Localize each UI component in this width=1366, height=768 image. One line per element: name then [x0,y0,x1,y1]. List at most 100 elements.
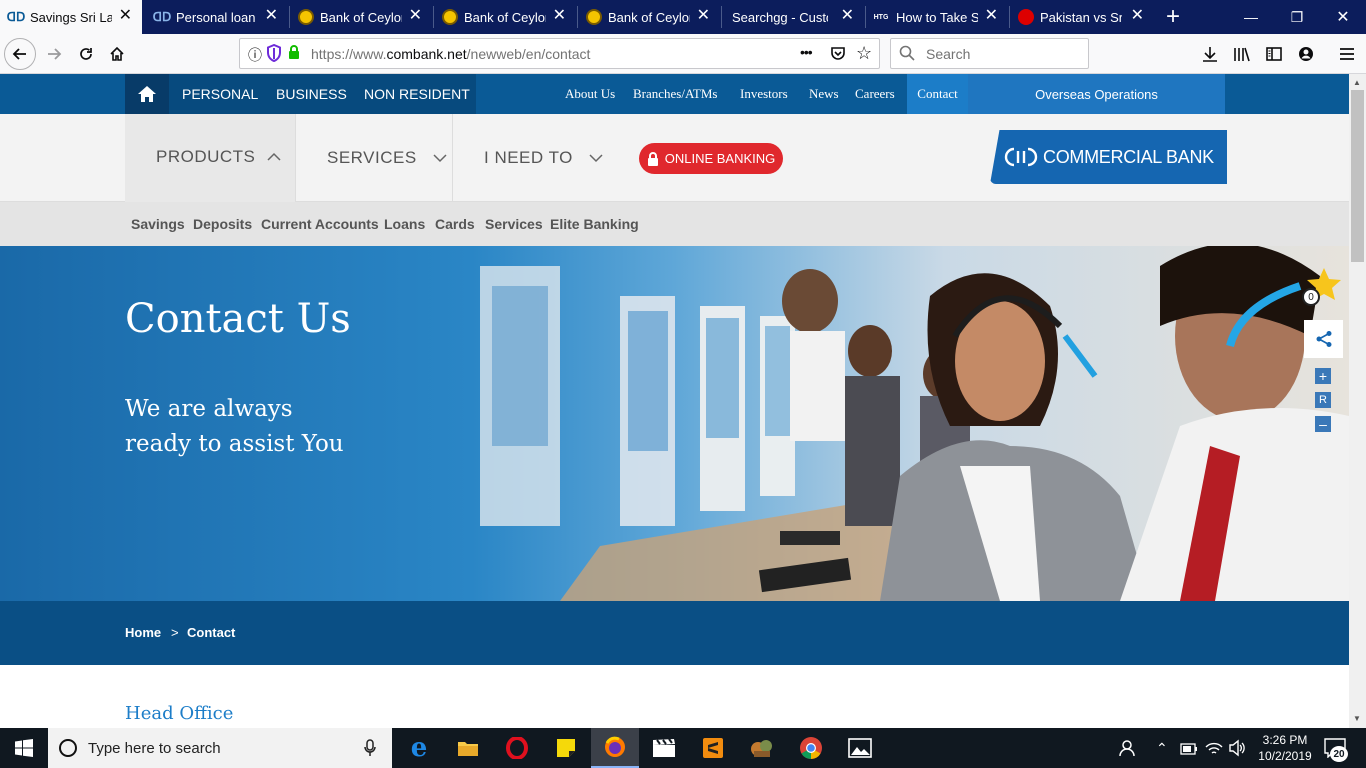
new-tab-button[interactable]: + [1150,0,1196,34]
menu-button[interactable] [1331,38,1363,70]
scroll-down-icon[interactable]: ▼ [1353,714,1361,723]
overseas-operations-button[interactable]: Overseas Operations [968,74,1225,114]
page-scrollbar[interactable]: ▲ ▼ [1349,74,1366,728]
nav-news[interactable]: News [809,74,839,114]
subnav-current-accounts[interactable]: Current Accounts [261,202,379,246]
sublime-text-app[interactable] [689,728,737,768]
search-placeholder: Search [926,46,971,62]
subnav-services[interactable]: Services [485,202,543,246]
bookmark-star-icon[interactable]: ☆ [856,43,872,64]
tab-bank-of-ceylon-1[interactable]: Bank of Ceylon ✕ [290,0,432,34]
zoom-in-button[interactable]: + [1315,368,1331,384]
edge-app[interactable]: e [395,728,443,768]
subnav-deposits[interactable]: Deposits [193,202,252,246]
minimize-button[interactable]: — [1228,0,1274,34]
clock-time: 3:26 PM [1262,733,1308,747]
zoom-reset-button[interactable]: R [1315,392,1331,408]
library-button[interactable] [1226,38,1258,70]
sidebar-button[interactable] [1258,38,1290,70]
battery-icon[interactable] [1180,742,1198,755]
nav-about-us[interactable]: About Us [565,74,615,114]
close-tab-icon[interactable]: ✕ [553,7,566,25]
close-tab-icon[interactable]: ✕ [265,7,278,25]
browser-tab-bar: ᗡᗞ Savings Sri Lanka ✕ ᗡᗞ Personal loan … [0,0,1366,34]
search-bar[interactable]: Search [890,38,1089,69]
people-icon[interactable] [1118,738,1138,758]
start-button[interactable] [0,728,48,768]
chrome-app[interactable] [787,728,835,768]
taskbar-search-box[interactable]: Type here to search [48,728,392,768]
opera-app[interactable] [493,728,541,768]
tracking-protection-icon[interactable] [267,43,281,63]
tab-how-to-take-screenshot[interactable]: HTG How to Take Sc ✕ [866,0,1008,34]
tab-savings-sri-lanka[interactable]: ᗡᗞ Savings Sri Lanka ✕ [0,0,142,34]
zoom-out-button[interactable]: – [1315,416,1331,432]
combank-icon: ᗡᗞ [152,10,172,24]
action-center-button[interactable]: 20 [1324,738,1350,762]
back-button[interactable] [4,38,36,70]
secure-lock-icon[interactable] [288,45,302,61]
scrollbar-thumb[interactable] [1351,90,1364,262]
hero-banner: Contact Us We are always ready to assist… [0,246,1349,601]
nav-personal[interactable]: PERSONAL [182,74,258,114]
library-icon [1234,47,1250,62]
nav-services[interactable]: SERVICES [327,114,447,202]
microphone-icon[interactable] [364,739,376,757]
nav-products[interactable]: PRODUCTS [125,114,295,202]
scroll-up-icon[interactable]: ▲ [1353,78,1361,87]
notification-count-badge: 20 [1330,746,1348,762]
tab-personal-loan[interactable]: ᗡᗞ Personal loan | ✕ [146,0,288,34]
photos-app[interactable] [836,728,884,768]
movies-app[interactable] [640,728,688,768]
tab-searchgg[interactable]: Searchgg - Custom ✕ [722,0,864,34]
nav-i-need-to[interactable]: I NEED TO [484,114,603,202]
windows-taskbar: Type here to search e ⌃ 3:26 PM 10/2/201… [0,728,1366,768]
pocket-icon[interactable] [830,45,846,61]
wifi-icon[interactable] [1205,739,1223,757]
page-actions-icon[interactable]: ••• [800,44,813,60]
share-button[interactable] [1304,320,1343,358]
info-icon[interactable]: ⓘ [248,45,262,65]
account-button[interactable] [1290,38,1322,70]
online-banking-button[interactable]: ONLINE BANKING [639,143,783,174]
nav-contact[interactable]: Contact [907,74,968,114]
tab-pakistan-vs-sri-lanka[interactable]: Pakistan vs Sri L ✕ [1010,0,1154,34]
nav-business[interactable]: BUSINESS [276,74,347,114]
show-hidden-icons-chevron-icon[interactable]: ⌃ [1156,740,1168,757]
close-tab-icon[interactable]: ✕ [697,7,710,25]
downloads-button[interactable] [1194,38,1226,70]
site-home-button[interactable] [125,74,169,114]
nav-careers[interactable]: Careers [855,74,895,114]
subnav-loans[interactable]: Loans [384,202,425,246]
clock[interactable]: 3:26 PM 10/2/2019 [1255,732,1315,764]
reload-button[interactable] [70,38,102,70]
firefox-app[interactable] [591,728,639,768]
nav-investors[interactable]: Investors [740,74,788,114]
close-window-button[interactable]: ✕ [1320,0,1366,34]
url-bar[interactable]: ⓘ https://www.combank.net/newweb/en/cont… [239,38,880,69]
nav-branches-atms[interactable]: Branches/ATMs [633,74,718,114]
subnav-savings[interactable]: Savings [131,202,185,246]
breadcrumb-home[interactable]: Home [125,625,161,640]
nav-non-resident[interactable]: NON RESIDENT [364,74,470,114]
sticky-notes-app[interactable] [542,728,590,768]
file-explorer-app[interactable] [444,728,492,768]
subnav-elite-banking[interactable]: Elite Banking [550,202,639,246]
volume-icon[interactable] [1228,739,1246,757]
tab-bank-of-ceylon-3[interactable]: Bank of Ceylon ✕ [578,0,720,34]
close-tab-icon[interactable]: ✕ [409,7,422,25]
subnav-cards[interactable]: Cards [435,202,475,246]
forward-arrow-icon [48,48,62,60]
restore-button[interactable]: ❐ [1274,0,1320,34]
close-tab-icon[interactable]: ✕ [1131,7,1144,25]
game-app[interactable] [738,728,786,768]
close-tab-icon[interactable]: ✕ [119,7,132,25]
home-button[interactable] [101,38,133,70]
head-office-heading: Head Office [125,703,234,724]
forward-button[interactable] [38,38,70,70]
favorites-star-button[interactable]: 0 [1302,266,1342,306]
commercial-bank-logo[interactable]: COMMERCIAL BANK [990,130,1227,184]
tab-bank-of-ceylon-2[interactable]: Bank of Ceylon ✕ [434,0,576,34]
close-tab-icon[interactable]: ✕ [985,7,998,25]
close-tab-icon[interactable]: ✕ [841,7,854,25]
